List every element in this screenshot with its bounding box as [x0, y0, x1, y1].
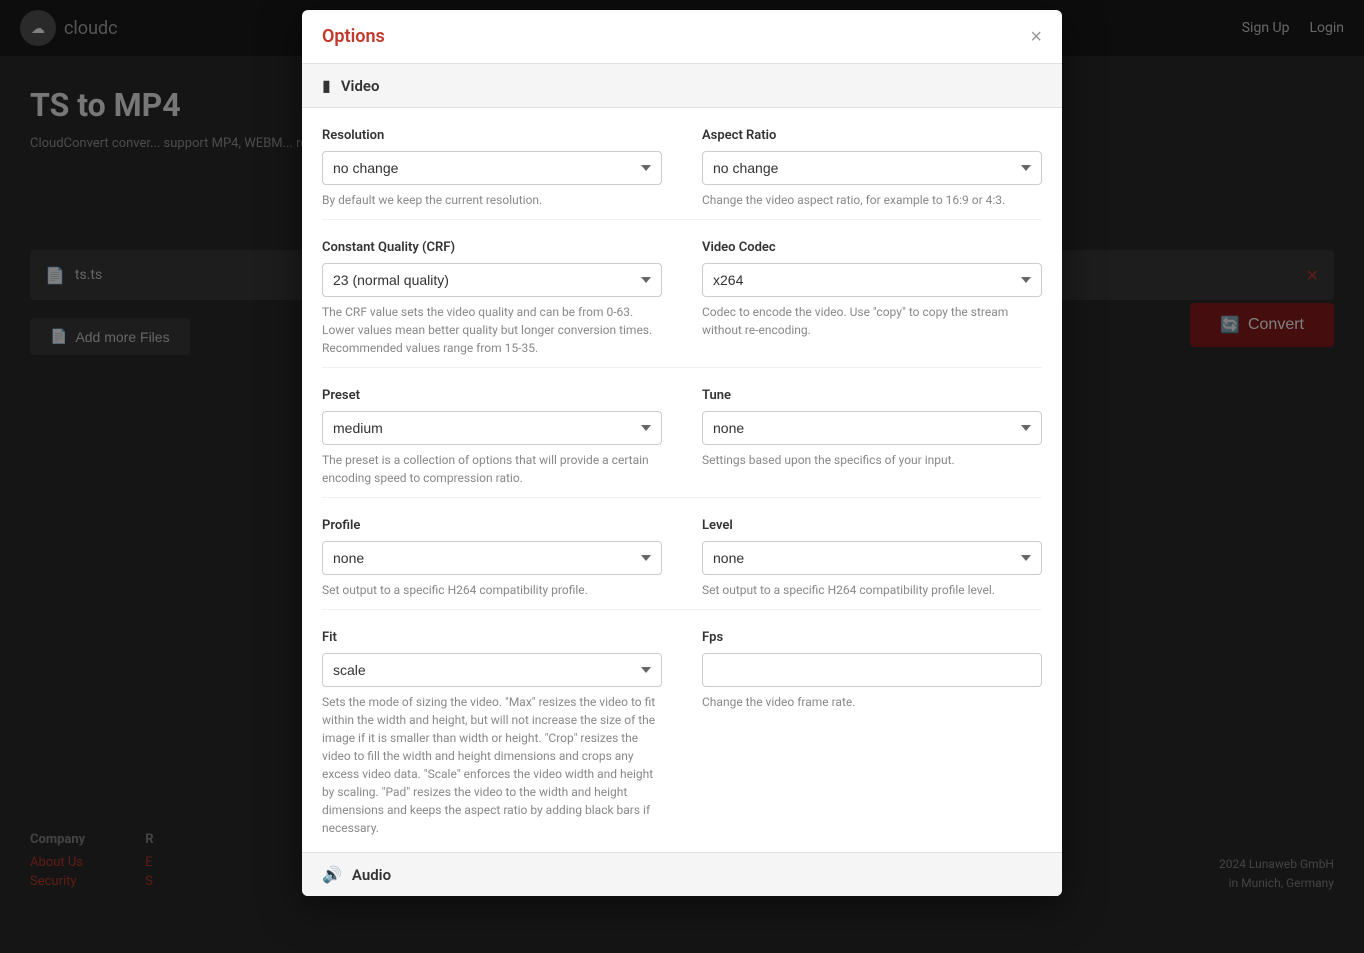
- divider-3: [322, 497, 1042, 498]
- fps-group: Fps Change the video frame rate.: [682, 630, 1042, 837]
- fit-select[interactable]: scale max crop pad: [322, 653, 662, 687]
- level-select[interactable]: none 3.0 3.1 4.0 4.1 4.2 5.0: [702, 541, 1042, 575]
- video-codec-label: Video Codec: [702, 240, 1042, 255]
- preset-group: Preset ultrafast superfast veryfast fast…: [322, 388, 682, 487]
- modal-overlay: Options × ▮ Video Resolution no change 3…: [0, 0, 1364, 953]
- aspect-ratio-group: Aspect Ratio no change 4:3 16:9 Change t…: [682, 128, 1042, 209]
- level-label: Level: [702, 518, 1042, 533]
- resolution-select[interactable]: no change 320x240 640x480 1280x720 1920x…: [322, 151, 662, 185]
- crf-desc: The CRF value sets the video quality and…: [322, 303, 662, 357]
- tune-select[interactable]: none film animation grain stillimage fas…: [702, 411, 1042, 445]
- divider-2: [322, 367, 1042, 368]
- aspect-ratio-desc: Change the video aspect ratio, for examp…: [702, 191, 1042, 209]
- modal-header: Options ×: [302, 10, 1062, 64]
- fps-label: Fps: [702, 630, 1042, 645]
- preset-desc: The preset is a collection of options th…: [322, 451, 662, 487]
- fps-desc: Change the video frame rate.: [702, 693, 1042, 711]
- profile-group: Profile none baseline main high Set outp…: [322, 518, 682, 599]
- profile-select[interactable]: none baseline main high: [322, 541, 662, 575]
- resolution-label: Resolution: [322, 128, 662, 143]
- options-modal: Options × ▮ Video Resolution no change 3…: [302, 10, 1062, 896]
- divider-4: [322, 609, 1042, 610]
- crf-label: Constant Quality (CRF): [322, 240, 662, 255]
- fps-input[interactable]: [702, 653, 1042, 687]
- video-section-title: Video: [341, 77, 380, 95]
- video-codec-select[interactable]: x264 x265 copy vp8 vp9: [702, 263, 1042, 297]
- modal-close-button[interactable]: ×: [1030, 27, 1042, 47]
- tune-desc: Settings based upon the specifics of you…: [702, 451, 1042, 469]
- tune-label: Tune: [702, 388, 1042, 403]
- profile-desc: Set output to a specific H264 compatibil…: [322, 581, 662, 599]
- crf-select[interactable]: 23 (normal quality) 18 (high quality) 28…: [322, 263, 662, 297]
- modal-title: Options: [322, 26, 385, 47]
- preset-label: Preset: [322, 388, 662, 403]
- fit-label: Fit: [322, 630, 662, 645]
- video-icon: ▮: [322, 76, 331, 95]
- audio-icon: 🔊: [322, 865, 342, 884]
- video-codec-group: Video Codec x264 x265 copy vp8 vp9 Codec…: [682, 240, 1042, 357]
- level-group: Level none 3.0 3.1 4.0 4.1 4.2 5.0 Set o…: [682, 518, 1042, 599]
- video-section-header: ▮ Video: [302, 64, 1062, 108]
- resolution-group: Resolution no change 320x240 640x480 128…: [322, 128, 682, 209]
- profile-label: Profile: [322, 518, 662, 533]
- fit-group: Fit scale max crop pad Sets the mode of …: [322, 630, 682, 837]
- tune-group: Tune none film animation grain stillimag…: [682, 388, 1042, 487]
- crf-group: Constant Quality (CRF) 23 (normal qualit…: [322, 240, 682, 357]
- modal-body: Resolution no change 320x240 640x480 128…: [302, 108, 1062, 896]
- audio-section-header: 🔊 Audio: [302, 852, 1062, 896]
- fit-desc: Sets the mode of sizing the video. "Max"…: [322, 693, 662, 837]
- preset-select[interactable]: ultrafast superfast veryfast faster fast…: [322, 411, 662, 445]
- divider-1: [322, 219, 1042, 220]
- audio-section-title: Audio: [352, 866, 391, 884]
- aspect-ratio-label: Aspect Ratio: [702, 128, 1042, 143]
- video-codec-desc: Codec to encode the video. Use "copy" to…: [702, 303, 1042, 339]
- resolution-desc: By default we keep the current resolutio…: [322, 191, 662, 209]
- aspect-ratio-select[interactable]: no change 4:3 16:9: [702, 151, 1042, 185]
- level-desc: Set output to a specific H264 compatibil…: [702, 581, 1042, 599]
